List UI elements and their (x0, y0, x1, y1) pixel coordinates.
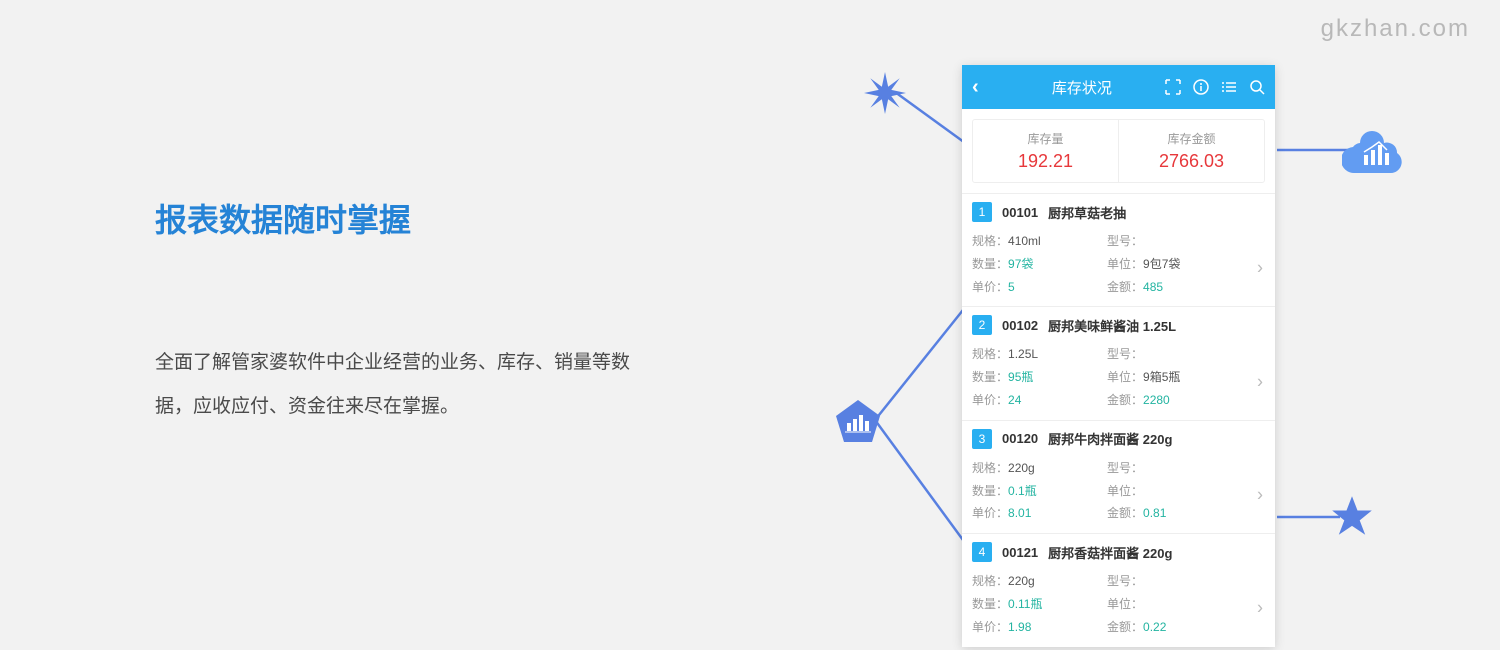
item-name: 厨邦美味鲜酱油 1.25L (1048, 316, 1176, 335)
spec-value: 1.25L (1008, 347, 1038, 361)
spec-label: 规格： (972, 347, 1008, 361)
price-label: 单价： (972, 280, 1008, 294)
amount-value: 485 (1143, 280, 1163, 294)
price-value: 5 (1008, 280, 1015, 294)
item-code: 00120 (1002, 431, 1038, 446)
inventory-item[interactable]: 3 00120 厨邦牛肉拌面酱 220g 规格：220g 型号： 数量：0.1瓶… (962, 420, 1275, 533)
price-label: 单价： (972, 620, 1008, 634)
qty-label: 数量： (972, 484, 1008, 498)
inventory-item[interactable]: 1 00101 厨邦草菇老抽 规格：410ml 型号： 数量：97袋 单位：9包… (962, 193, 1275, 306)
page-title: 报表数据随时掌握 (155, 195, 635, 241)
amount-value: 0.22 (1143, 620, 1166, 634)
back-button[interactable]: ‹ (972, 76, 979, 99)
pentagon-chart-icon (833, 397, 883, 447)
watermark: gkzhan.com (1321, 15, 1470, 43)
chevron-right-icon: › (1257, 484, 1263, 505)
inventory-item[interactable]: 4 00121 厨邦香菇拌面酱 220g 规格：220g 型号： 数量：0.11… (962, 533, 1275, 646)
qty-label: 数量： (972, 257, 1008, 271)
item-code: 00121 (1002, 545, 1038, 560)
summary-amount-label: 库存金额 (1119, 130, 1264, 147)
qty-value: 95瓶 (1008, 370, 1033, 384)
qty-label: 数量： (972, 370, 1008, 384)
item-code: 00101 (1002, 205, 1038, 220)
spec-label: 规格： (972, 461, 1008, 475)
search-icon[interactable] (1249, 79, 1265, 95)
price-value: 1.98 (1008, 620, 1031, 634)
info-icon[interactable] (1193, 79, 1209, 95)
chevron-right-icon: › (1257, 258, 1263, 279)
app-header: ‹ 库存状况 (962, 65, 1275, 109)
qty-value: 0.1瓶 (1008, 484, 1037, 498)
spec-value: 220g (1008, 461, 1035, 475)
unit-label: 单位： (1107, 597, 1143, 611)
item-number-badge: 4 (972, 542, 992, 562)
price-value: 8.01 (1008, 506, 1031, 520)
summary-panel: 库存量 192.21 库存金额 2766.03 (972, 119, 1265, 183)
star-icon (1330, 494, 1374, 538)
amount-label: 金额： (1107, 506, 1143, 520)
item-name: 厨邦草菇老抽 (1048, 203, 1126, 222)
unit-label: 单位： (1107, 484, 1143, 498)
spec-label: 规格： (972, 574, 1008, 588)
unit-label: 单位： (1107, 370, 1143, 384)
list-icon[interactable] (1221, 79, 1237, 95)
unit-value: 9包7袋 (1143, 257, 1180, 271)
summary-qty-value: 192.21 (973, 151, 1118, 172)
price-label: 单价： (972, 506, 1008, 520)
item-code: 00102 (1002, 318, 1038, 333)
amount-label: 金额： (1107, 393, 1143, 407)
inventory-item[interactable]: 2 00102 厨邦美味鲜酱油 1.25L 规格：1.25L 型号： 数量：95… (962, 306, 1275, 419)
chevron-right-icon: › (1257, 598, 1263, 619)
burst-star-icon (864, 72, 906, 114)
qty-label: 数量： (972, 597, 1008, 611)
page-description: 全面了解管家婆软件中企业经营的业务、库存、销量等数据，应收应付、资金往来尽在掌握… (155, 341, 635, 428)
cloud-chart-icon (1342, 125, 1408, 181)
model-label: 型号： (1107, 234, 1143, 248)
header-title: 库存状况 (979, 77, 1165, 98)
price-label: 单价： (972, 393, 1008, 407)
unit-label: 单位： (1107, 257, 1143, 271)
qty-value: 0.11瓶 (1008, 597, 1042, 611)
qty-value: 97袋 (1008, 257, 1033, 271)
summary-amount: 库存金额 2766.03 (1119, 120, 1264, 182)
scan-icon[interactable] (1165, 79, 1181, 95)
model-label: 型号： (1107, 574, 1143, 588)
amount-label: 金额： (1107, 620, 1143, 634)
summary-qty-label: 库存量 (973, 130, 1118, 147)
spec-value: 220g (1008, 574, 1035, 588)
amount-value: 2280 (1143, 393, 1170, 407)
item-name: 厨邦牛肉拌面酱 220g (1048, 429, 1172, 448)
unit-value: 9箱5瓶 (1143, 370, 1180, 384)
summary-amount-value: 2766.03 (1119, 151, 1264, 172)
item-number-badge: 1 (972, 202, 992, 222)
amount-label: 金额： (1107, 280, 1143, 294)
chevron-right-icon: › (1257, 371, 1263, 392)
model-label: 型号： (1107, 461, 1143, 475)
model-label: 型号： (1107, 347, 1143, 361)
amount-value: 0.81 (1143, 506, 1166, 520)
item-number-badge: 3 (972, 429, 992, 449)
summary-qty: 库存量 192.21 (973, 120, 1119, 182)
spec-label: 规格： (972, 234, 1008, 248)
marketing-text: 报表数据随时掌握 全面了解管家婆软件中企业经营的业务、库存、销量等数据，应收应付… (155, 195, 635, 428)
item-number-badge: 2 (972, 315, 992, 335)
spec-value: 410ml (1008, 234, 1041, 248)
price-value: 24 (1008, 393, 1021, 407)
item-name: 厨邦香菇拌面酱 220g (1048, 543, 1172, 562)
phone-mockup: ‹ 库存状况 库存量 192.21 库存金额 2766.03 1 00101 厨… (962, 65, 1275, 647)
